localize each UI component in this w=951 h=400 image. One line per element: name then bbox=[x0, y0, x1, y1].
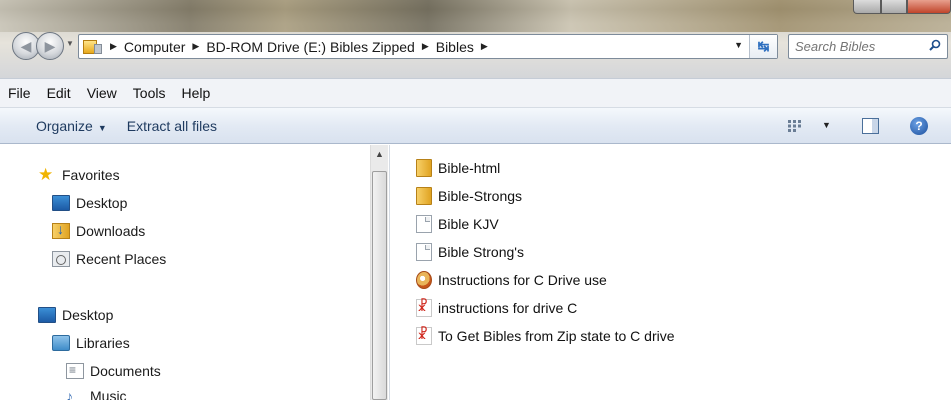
menu-file[interactable]: File bbox=[8, 85, 31, 101]
change-view-icon[interactable] bbox=[787, 119, 803, 133]
chevron-down-icon: ▼ bbox=[97, 122, 107, 133]
chevron-right-icon[interactable]: ▶ bbox=[110, 41, 117, 52]
nav-desktop[interactable]: Desktop bbox=[38, 307, 113, 323]
list-item[interactable]: instructions for drive C bbox=[416, 298, 578, 317]
menu-view[interactable]: View bbox=[87, 85, 117, 101]
desktop-icon bbox=[38, 307, 56, 323]
refresh-icon: ↹ bbox=[757, 38, 770, 54]
command-bar: Organize ▼ Extract all files ▼ ? bbox=[0, 108, 951, 144]
file-name: To Get Bibles from Zip state to C drive bbox=[438, 328, 675, 344]
file-name: Bible-Strongs bbox=[438, 188, 523, 204]
scroll-up-icon[interactable]: ▲ bbox=[375, 149, 384, 159]
breadcrumb-computer[interactable]: Computer bbox=[124, 39, 185, 55]
nav-desktop-label: Desktop bbox=[62, 307, 114, 323]
document-icon bbox=[416, 215, 432, 233]
file-name: Bible-html bbox=[438, 160, 501, 176]
search-box[interactable] bbox=[788, 34, 948, 59]
nav-item-label: Downloads bbox=[76, 223, 146, 239]
address-dropdown-icon[interactable]: ▼ bbox=[734, 40, 743, 50]
list-item[interactable]: Bible KJV bbox=[416, 215, 499, 233]
chevron-right-icon[interactable]: ▶ bbox=[192, 41, 199, 52]
nav-favorites-desktop[interactable]: Desktop bbox=[52, 195, 127, 211]
list-item[interactable]: Bible-html bbox=[416, 159, 500, 177]
nav-item-label: Recent Places bbox=[76, 251, 167, 267]
scrollbar-thumb[interactable] bbox=[372, 171, 387, 400]
file-name: Bible KJV bbox=[438, 216, 499, 232]
help-icon[interactable]: ? bbox=[910, 117, 928, 135]
chevron-right-icon[interactable]: ▶ bbox=[481, 41, 488, 52]
back-arrow-icon: ◀ bbox=[20, 37, 32, 54]
nav-music[interactable]: ♪ Music bbox=[66, 388, 127, 400]
music-icon: ♪ bbox=[66, 388, 73, 400]
downloads-icon bbox=[52, 221, 70, 239]
menu-bar: File Edit View Tools Help bbox=[0, 78, 951, 108]
nav-documents-label: Documents bbox=[90, 363, 161, 379]
file-name: instructions for drive C bbox=[438, 300, 578, 316]
documents-icon bbox=[66, 363, 84, 379]
folder-icon bbox=[416, 187, 432, 205]
nav-favorites-label: Favorites bbox=[62, 167, 120, 183]
pdf-icon bbox=[416, 298, 432, 317]
recent-pages-dropdown-icon[interactable]: ▼ bbox=[66, 39, 74, 48]
view-options-dropdown-icon[interactable]: ▼ bbox=[822, 120, 831, 130]
nav-music-label: Music bbox=[90, 388, 127, 400]
search-icon[interactable] bbox=[929, 39, 941, 51]
chevron-right-icon[interactable]: ▶ bbox=[422, 41, 429, 52]
organize-label: Organize bbox=[36, 117, 93, 134]
desktop-icon bbox=[52, 195, 70, 211]
refresh-button[interactable]: ↹ bbox=[749, 35, 777, 58]
file-list: Bible-html Bible-Strongs Bible KJV Bible… bbox=[392, 145, 951, 400]
forward-button[interactable]: ▶ bbox=[36, 32, 64, 60]
libraries-icon bbox=[52, 335, 70, 351]
list-item[interactable]: Instructions for C Drive use bbox=[416, 271, 607, 289]
breadcrumb-drive[interactable]: BD-ROM Drive (E:) Bibles Zipped bbox=[206, 39, 415, 55]
close-icon[interactable] bbox=[907, 0, 951, 14]
minimize-icon[interactable] bbox=[853, 0, 881, 14]
drive-folder-icon bbox=[83, 38, 103, 56]
navigation-pane: ★ Favorites Desktop Downloads Recent Pla… bbox=[0, 145, 390, 400]
nav-libraries[interactable]: Libraries bbox=[52, 335, 130, 351]
nav-favorites[interactable]: ★ Favorites bbox=[38, 165, 120, 184]
nav-favorites-downloads[interactable]: Downloads bbox=[52, 221, 146, 239]
menu-edit[interactable]: Edit bbox=[47, 85, 71, 101]
aero-glass-background bbox=[0, 0, 951, 32]
breadcrumb: ▶ Computer ▶ BD-ROM Drive (E:) Bibles Zi… bbox=[103, 39, 495, 55]
organize-button[interactable]: Organize ▼ bbox=[36, 118, 107, 134]
nav-scrollbar[interactable]: ▲ bbox=[370, 145, 388, 400]
star-icon: ★ bbox=[38, 165, 54, 184]
menu-tools[interactable]: Tools bbox=[133, 85, 166, 101]
nav-favorites-recent-places[interactable]: Recent Places bbox=[52, 251, 166, 267]
search-input[interactable] bbox=[795, 39, 923, 54]
preview-pane-icon[interactable] bbox=[862, 118, 879, 134]
file-name: Instructions for C Drive use bbox=[438, 272, 607, 288]
nav-libraries-label: Libraries bbox=[76, 335, 130, 351]
recent-places-icon bbox=[52, 251, 70, 267]
list-item[interactable]: Bible-Strongs bbox=[416, 187, 522, 205]
title-bar: ◀ ▶ ▼ ▶ Computer ▶ BD-ROM Drive (E:) Bib… bbox=[0, 0, 951, 78]
address-bar[interactable]: ▶ Computer ▶ BD-ROM Drive (E:) Bibles Zi… bbox=[78, 34, 778, 59]
list-item[interactable]: To Get Bibles from Zip state to C drive bbox=[416, 326, 675, 345]
maximize-icon[interactable] bbox=[881, 0, 907, 14]
forward-arrow-icon: ▶ bbox=[44, 37, 56, 54]
menu-help[interactable]: Help bbox=[181, 85, 210, 101]
nav-documents[interactable]: Documents bbox=[66, 363, 161, 379]
folder-icon bbox=[416, 159, 432, 177]
nav-item-label: Desktop bbox=[76, 195, 128, 211]
html-file-icon bbox=[416, 271, 432, 289]
extract-all-button[interactable]: Extract all files bbox=[127, 118, 217, 134]
breadcrumb-bibles[interactable]: Bibles bbox=[436, 39, 474, 55]
list-item[interactable]: Bible Strong's bbox=[416, 243, 524, 261]
window-controls bbox=[853, 0, 951, 14]
document-icon bbox=[416, 243, 432, 261]
pdf-icon bbox=[416, 326, 432, 345]
file-name: Bible Strong's bbox=[438, 244, 524, 260]
